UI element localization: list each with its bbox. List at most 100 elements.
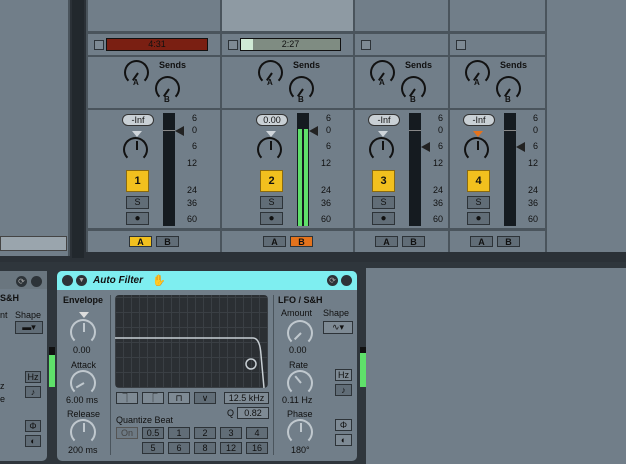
arm-button[interactable]: ● xyxy=(126,212,149,225)
track-activator-button[interactable]: 1 xyxy=(126,170,149,192)
offset-button[interactable]: ◐ xyxy=(25,435,41,447)
filter-type-lowpass[interactable]: ⏋ xyxy=(116,392,138,404)
meter-right-fill xyxy=(304,129,308,226)
crossfade-a-button[interactable]: A xyxy=(470,236,493,247)
left-input-field[interactable] xyxy=(0,236,67,251)
attack-label: Attack xyxy=(71,360,97,370)
filter-graph[interactable] xyxy=(115,295,268,388)
filter-type-notch[interactable]: ∨ xyxy=(194,392,216,404)
quantize-beat-button[interactable]: 3 xyxy=(220,427,242,439)
device-empty-area xyxy=(366,268,626,464)
lfo-hz-button[interactable]: Hz xyxy=(335,369,352,381)
crossfade-a-button[interactable]: A xyxy=(129,236,152,247)
volume-field[interactable]: 0.00 xyxy=(256,114,288,126)
lfo-rate-knob[interactable] xyxy=(287,370,313,396)
quantize-beat-button[interactable]: 1 xyxy=(168,427,190,439)
clip-slot[interactable] xyxy=(450,0,545,31)
quantize-beat-button[interactable]: 8 xyxy=(194,442,216,454)
stop-button[interactable] xyxy=(228,40,238,50)
lfo-offset-button[interactable]: ◐ xyxy=(335,434,352,446)
filter-type-highpass[interactable]: ⎾ xyxy=(142,392,164,404)
solo-button[interactable]: S xyxy=(467,196,490,209)
pan-knob[interactable] xyxy=(369,137,394,162)
pan-knob[interactable] xyxy=(257,137,282,162)
shape-dropdown[interactable]: ▬▾ xyxy=(15,321,43,334)
pan-knob[interactable] xyxy=(464,137,489,162)
clip-slot[interactable] xyxy=(88,0,220,31)
scale-label: 6 xyxy=(532,141,538,151)
stop-button[interactable] xyxy=(94,40,104,50)
scale-label: 0 xyxy=(191,125,197,135)
scale-label: 36 xyxy=(527,198,538,208)
arm-button[interactable]: ● xyxy=(260,212,283,225)
hotswap-icon[interactable]: ⟳ xyxy=(327,275,338,286)
crossfade-b-button[interactable]: B xyxy=(290,236,313,247)
arm-button[interactable]: ● xyxy=(372,212,395,225)
filter-type-bandpass[interactable]: ⊓ xyxy=(168,392,190,404)
quantize-beat-button[interactable]: 5 xyxy=(142,442,164,454)
quantize-on-button[interactable]: On xyxy=(116,427,138,439)
arm-button[interactable]: ● xyxy=(467,212,490,225)
crossfade-a-button[interactable]: A xyxy=(263,236,286,247)
lfo-shape-dropdown[interactable]: ∿▾ xyxy=(323,321,353,334)
stop-button[interactable] xyxy=(361,40,371,50)
channel-3: A B Sends -Inf 3 S ● 6 0 6 12 24 36 60 A B xyxy=(355,0,448,252)
clip-slot[interactable] xyxy=(355,0,448,31)
lfo-phase-button[interactable]: Φ xyxy=(335,419,352,431)
mixer-right-empty xyxy=(547,0,626,252)
lfo-amount-value: 0.00 xyxy=(289,345,307,355)
track-activator-button[interactable]: 2 xyxy=(260,170,283,192)
track-activator-button[interactable]: 3 xyxy=(372,170,395,192)
pan-knob[interactable] xyxy=(123,137,148,162)
quantize-beat-button[interactable]: 0.5 xyxy=(142,427,164,439)
quantize-beat-button[interactable]: 6 xyxy=(168,442,190,454)
solo-button[interactable]: S xyxy=(260,196,283,209)
track-activator-button[interactable]: 4 xyxy=(467,170,490,192)
save-preset-icon[interactable] xyxy=(341,275,352,286)
volume-field[interactable]: -Inf xyxy=(368,114,400,126)
release-knob[interactable] xyxy=(70,419,96,445)
save-preset-icon[interactable] xyxy=(31,276,42,287)
phase-label-fragment: e xyxy=(0,394,6,404)
crossfade-a-button[interactable]: A xyxy=(375,236,398,247)
lfo-phase-value: 180° xyxy=(291,445,310,455)
frequency-field[interactable]: 12.5 kHz xyxy=(224,392,269,404)
quantize-beat-button[interactable]: 12 xyxy=(220,442,242,454)
collapse-icon[interactable]: ▼ xyxy=(76,275,87,286)
scale-label: 0 xyxy=(325,125,331,135)
scale-label: 12 xyxy=(432,158,443,168)
lfo-shape-label: Shape xyxy=(323,308,350,318)
scale-label: 60 xyxy=(320,214,331,224)
crossfade-b-button[interactable]: B xyxy=(156,236,179,247)
quantize-beat-button[interactable]: 2 xyxy=(194,427,216,439)
solo-button[interactable]: S xyxy=(372,196,395,209)
phase-button[interactable]: Φ xyxy=(25,420,41,432)
crossfade-b-button[interactable]: B xyxy=(402,236,425,247)
send-b-label: B xyxy=(505,95,511,104)
envelope-amount-knob[interactable] xyxy=(70,319,96,345)
sync-button[interactable]: ♪ xyxy=(25,386,41,398)
scale-label: 60 xyxy=(432,214,443,224)
section-label: S&H xyxy=(0,293,20,303)
stop-button[interactable] xyxy=(456,40,466,50)
quantize-beat-button[interactable]: 16 xyxy=(246,442,268,454)
send-a-label: A xyxy=(474,78,480,87)
send-b-label: B xyxy=(298,95,304,104)
crossfade-b-button[interactable]: B xyxy=(497,236,520,247)
lfo-amount-knob[interactable] xyxy=(287,320,313,346)
lfo-sync-button[interactable]: ♪ xyxy=(335,384,352,396)
hz-button[interactable]: Hz xyxy=(25,371,41,383)
hotswap-icon[interactable]: ⟳ xyxy=(16,276,27,287)
quantize-beat-button[interactable]: 4 xyxy=(246,427,268,439)
volume-field[interactable]: -Inf xyxy=(122,114,154,126)
peak-line xyxy=(163,130,175,131)
q-field[interactable]: 0.82 xyxy=(237,407,269,419)
clip-slot[interactable] xyxy=(222,0,353,31)
attack-knob[interactable] xyxy=(70,370,96,396)
scroll-divider[interactable] xyxy=(72,0,84,258)
lfo-phase-knob[interactable] xyxy=(287,419,313,445)
solo-button[interactable]: S xyxy=(126,196,149,209)
quantize-beat-label: Quantize Beat xyxy=(116,415,174,425)
device-on-icon[interactable] xyxy=(62,275,73,286)
volume-field[interactable]: -Inf xyxy=(463,114,495,126)
